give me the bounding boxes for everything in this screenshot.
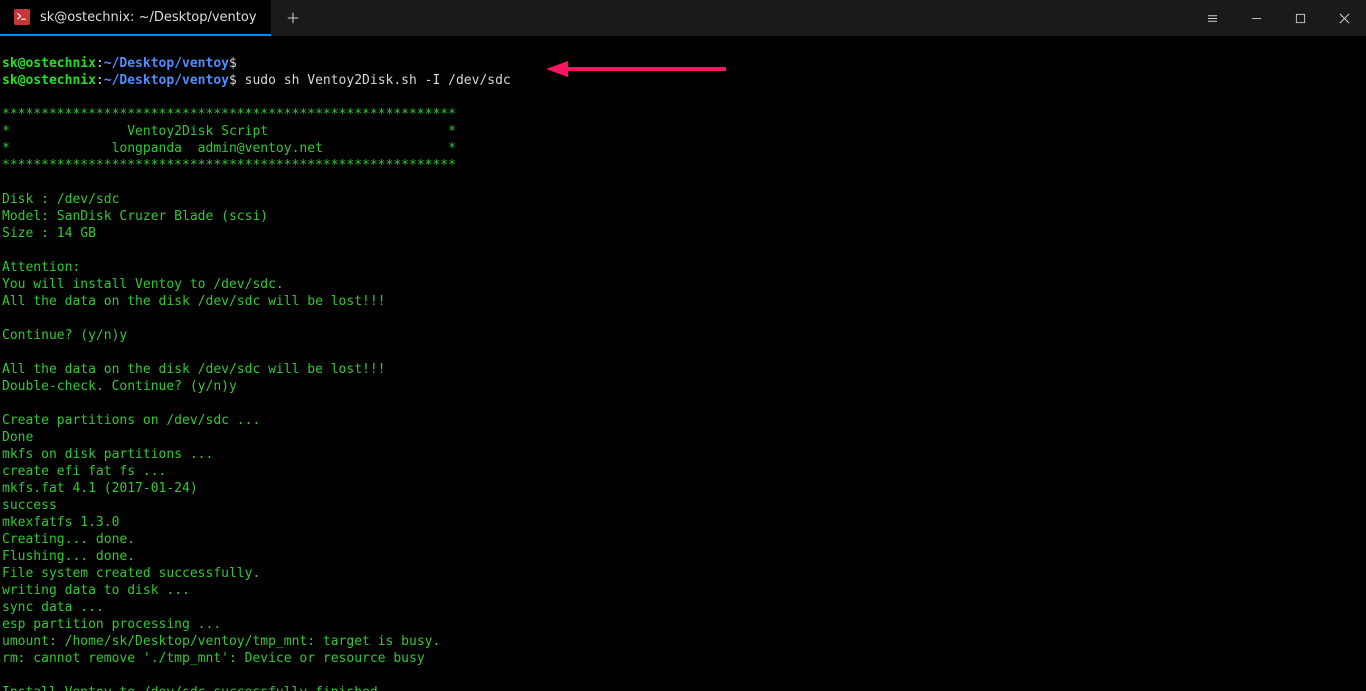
title-bar-spacer — [315, 0, 1190, 36]
output-line: All the data on the disk /dev/sdc will b… — [2, 294, 386, 309]
output-line: mkfs.fat 4.1 (2017-01-24) — [2, 481, 198, 496]
output-line: Model: SanDisk Cruzer Blade (scsi) — [2, 209, 268, 224]
output-line: mkexfatfs 1.3.0 — [2, 515, 119, 530]
prompt-cwd: ~/Desktop/ventoy — [104, 56, 229, 71]
prompt-userhost: sk@ostechnix — [2, 56, 96, 71]
output-line: Disk : /dev/sdc — [2, 192, 119, 207]
typed-command: sudo sh Ventoy2Disk.sh -I /dev/sdc — [237, 73, 511, 88]
output-line: You will install Ventoy to /dev/sdc. — [2, 277, 284, 292]
output-line: success — [2, 498, 57, 513]
output-line: Flushing... done. — [2, 549, 135, 564]
terminal-icon — [14, 9, 30, 25]
output-line: ****************************************… — [2, 158, 456, 173]
prompt-sep: : — [96, 56, 104, 71]
new-tab-button[interactable] — [271, 0, 315, 36]
terminal-body[interactable]: sk@ostechnix:~/Desktop/ventoy$ sk@ostech… — [0, 36, 1366, 691]
output-line: esp partition processing ... — [2, 617, 221, 632]
output-line: Done — [2, 430, 33, 445]
output-line: Double-check. Continue? (y/n)y — [2, 379, 237, 394]
maximize-button[interactable] — [1278, 0, 1322, 36]
output-line: Continue? (y/n)y — [2, 328, 127, 343]
tab-title: sk@ostechnix: ~/Desktop/ventoy — [40, 10, 257, 25]
prompt-userhost-2: sk@ostechnix — [2, 73, 96, 88]
output-line: umount: /home/sk/Desktop/ventoy/tmp_mnt:… — [2, 634, 440, 649]
prompt-sep-2: : — [96, 73, 104, 88]
output-line: writing data to disk ... — [2, 583, 190, 598]
minimize-button[interactable] — [1234, 0, 1278, 36]
output-line: Size : 14 GB — [2, 226, 96, 241]
title-bar: sk@ostechnix: ~/Desktop/ventoy — [0, 0, 1366, 36]
output-line: * longpanda admin@ventoy.net * — [2, 141, 456, 156]
output-line: Attention: — [2, 260, 80, 275]
output-line: File system created successfully. — [2, 566, 260, 581]
output-line: All the data on the disk /dev/sdc will b… — [2, 362, 386, 377]
output-line: sync data ... — [2, 600, 104, 615]
prompt-dollar: $ — [229, 56, 237, 71]
output-line: mkfs on disk partitions ... — [2, 447, 213, 462]
close-button[interactable] — [1322, 0, 1366, 36]
output-line: rm: cannot remove './tmp_mnt': Device or… — [2, 651, 425, 666]
prompt-dollar-2: $ — [229, 73, 237, 88]
output-line: Install Ventoy to /dev/sdc successfully … — [2, 685, 386, 691]
output-line: ****************************************… — [2, 107, 456, 122]
output-line: create efi fat fs ... — [2, 464, 166, 479]
output-line: Create partitions on /dev/sdc ... — [2, 413, 260, 428]
menu-button[interactable] — [1190, 0, 1234, 36]
output-line: * Ventoy2Disk Script * — [2, 124, 456, 139]
window-controls — [1190, 0, 1366, 36]
active-tab[interactable]: sk@ostechnix: ~/Desktop/ventoy — [0, 0, 271, 36]
output-line: Creating... done. — [2, 532, 135, 547]
prompt-cwd-2: ~/Desktop/ventoy — [104, 73, 229, 88]
